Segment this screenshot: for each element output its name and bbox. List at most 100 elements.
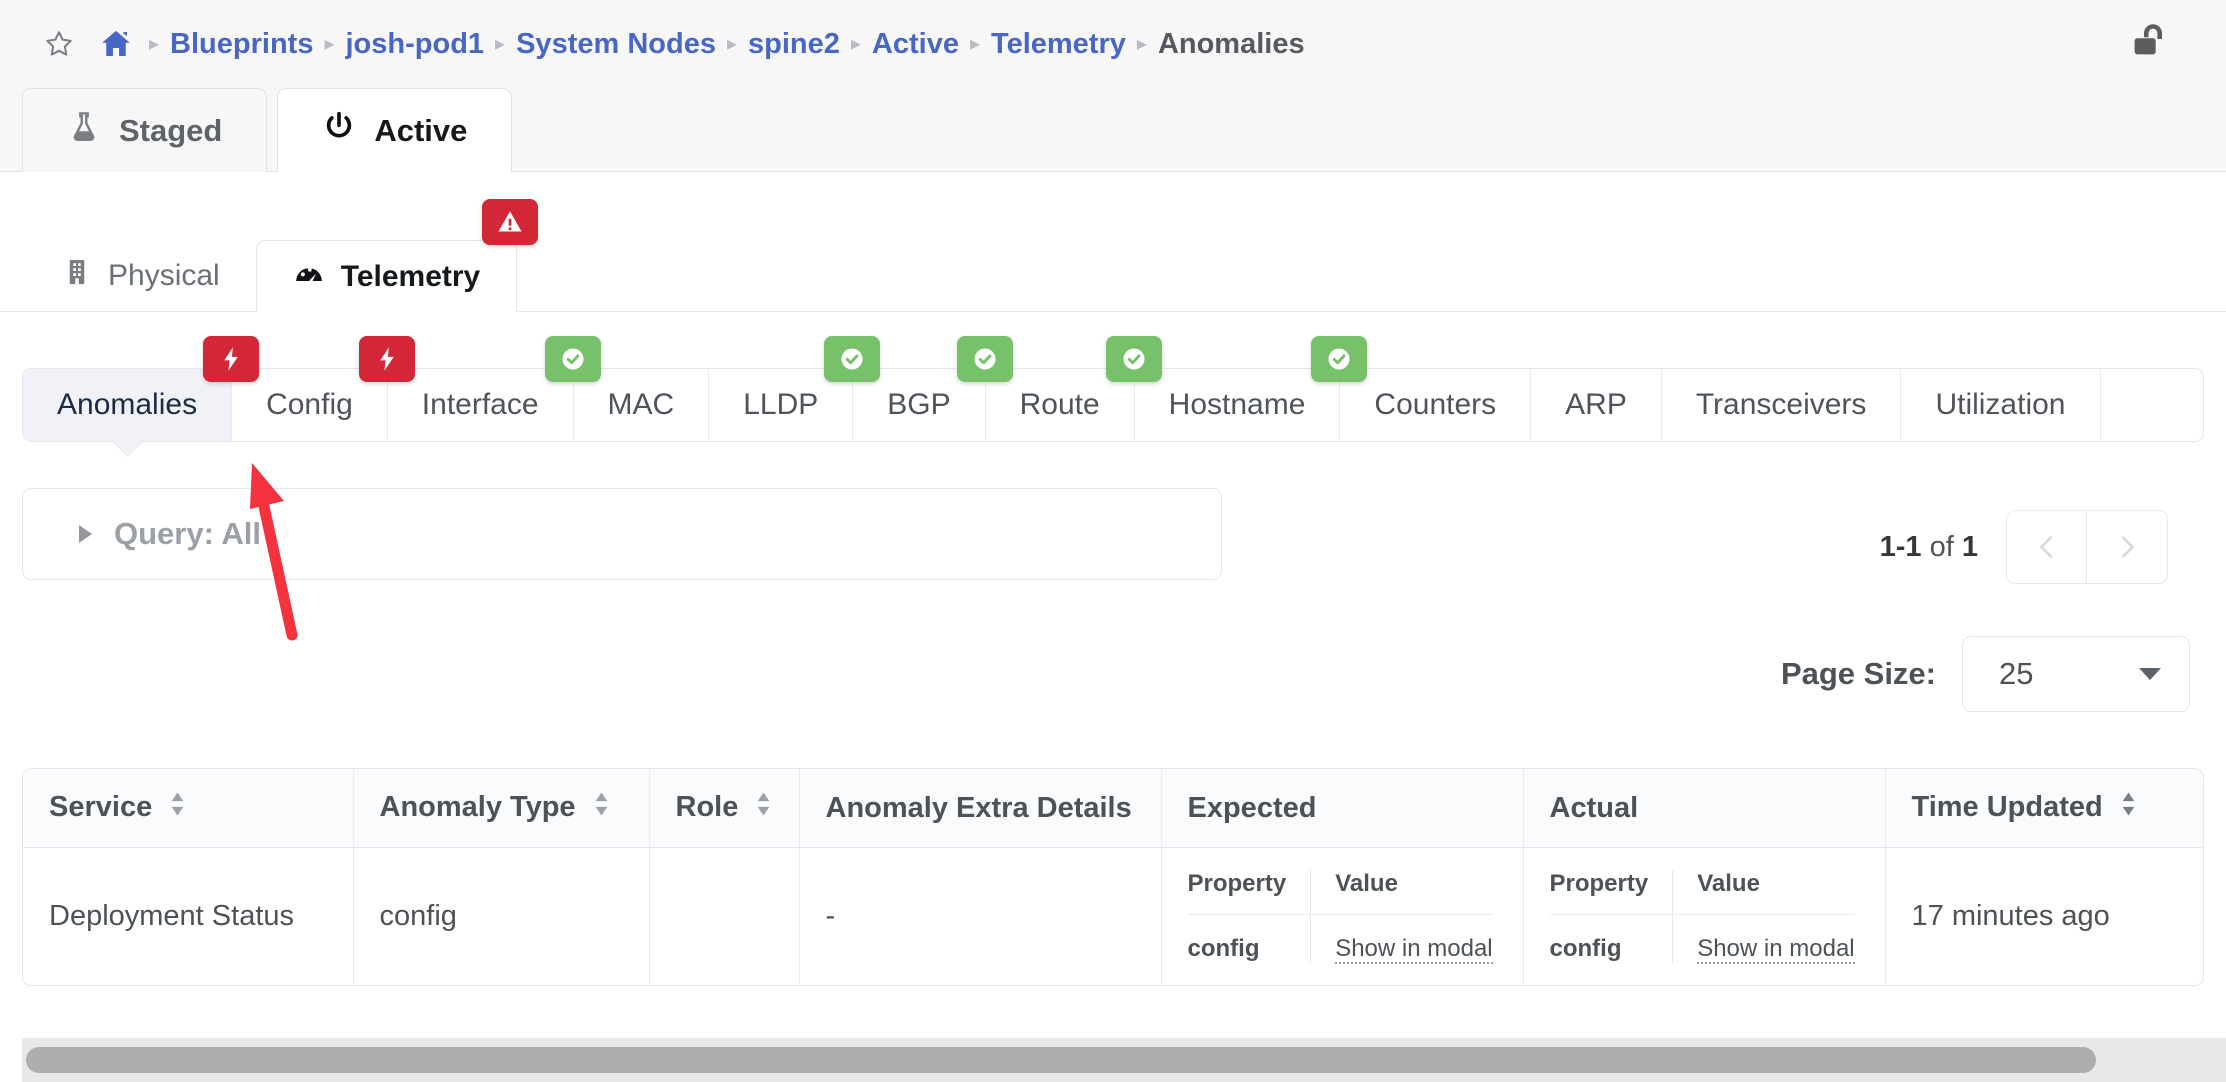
column-header-time-updated-label: Time Updated [1911, 791, 2103, 823]
column-header-time-updated[interactable]: Time Updated [1885, 769, 2203, 849]
tab-utilization[interactable]: Utilization [1901, 369, 2101, 441]
breadcrumb-item-spine2[interactable]: spine2 [748, 28, 840, 61]
cell-expected: Property Value config Show in modal [1161, 847, 1524, 986]
route-badge-holder [1105, 336, 1162, 382]
tab-row-filler [2100, 369, 2203, 441]
top-tab-bar: Staged Active [0, 88, 2226, 173]
column-header-anomaly-type-label: Anomaly Type [379, 791, 576, 823]
tab-physical-label: Physical [108, 259, 220, 292]
lldp-badge-holder [824, 336, 881, 382]
gauge-icon [293, 257, 325, 297]
column-header-anomaly-type[interactable]: Anomaly Type [353, 769, 650, 849]
page-size-select[interactable]: 25 [1962, 636, 2190, 712]
tab-counters[interactable]: Counters [1340, 369, 1532, 441]
next-page-button[interactable] [2087, 511, 2167, 583]
table-header-row: Service Anomaly Type Role Anomaly Extra … [23, 769, 2203, 849]
bolt-badge [358, 336, 415, 382]
expected-property-row: config Show in modal [1187, 914, 1493, 965]
query-label: Query: All [114, 516, 261, 551]
tab-anomalies[interactable]: Anomalies [23, 336, 260, 441]
pagination-count: 1-1 of 1 [1880, 531, 1978, 564]
horizontal-scrollbar[interactable] [22, 1038, 2226, 1082]
actual-property-table-head: Property Value [1549, 870, 1855, 916]
tab-arp-label: ARP [1565, 388, 1627, 421]
expected-property-name: config [1187, 914, 1312, 964]
tab-active[interactable]: Active [277, 88, 513, 173]
tab-lldp[interactable]: LLDP [709, 336, 881, 441]
column-header-expected: Expected [1161, 769, 1524, 849]
sort-icon[interactable] [594, 791, 609, 825]
tab-hostname[interactable]: Hostname [1134, 336, 1368, 441]
column-header-expected-label: Expected [1187, 791, 1317, 824]
breadcrumb-item-josh-pod1[interactable]: josh-pod1 [346, 28, 485, 61]
building-icon [62, 257, 92, 295]
breadcrumb-item-active[interactable]: Active [872, 28, 959, 61]
column-header-actual: Actual [1523, 769, 1886, 849]
tab-telemetry[interactable]: Telemetry [255, 199, 539, 313]
horizontal-scrollbar-thumb[interactable] [26, 1047, 2096, 1073]
interface-badge-holder [544, 336, 601, 382]
actual-property-header: Property [1549, 870, 1674, 916]
breadcrumb-item-blueprints[interactable]: Blueprints [170, 28, 313, 61]
column-header-anomaly-extra-details-label: Anomaly Extra Details [825, 791, 1132, 824]
page-size-value: 25 [1999, 656, 2034, 691]
tab-config-label: Config [266, 388, 353, 421]
check-badge [956, 336, 1013, 382]
cell-time-updated: 17 minutes ago [1911, 900, 2110, 933]
pagination-range: 1-1 [1879, 530, 1922, 563]
sub-tab-bar: Physical Telemetry [0, 199, 2226, 313]
tab-staged-label: Staged [119, 112, 223, 148]
anomalies-table: Service Anomaly Type Role Anomaly Extra … [23, 769, 2203, 986]
star-icon[interactable] [44, 29, 74, 59]
table-row[interactable]: Deployment Status config - Property Valu… [23, 847, 2203, 986]
breadcrumb-separator: ▸ [149, 33, 160, 55]
sort-icon[interactable] [170, 791, 185, 825]
hostname-badge-holder [1311, 336, 1368, 382]
table-header: Service Anomaly Type Role Anomaly Extra … [23, 769, 2203, 849]
tab-interface-label: Interface [421, 388, 539, 421]
actual-property-header-row: Property Value [1549, 870, 1855, 916]
tab-counters-label: Counters [1374, 388, 1497, 421]
actual-show-in-modal-link[interactable]: Show in modal [1697, 935, 1855, 965]
unlock-icon[interactable] [2130, 19, 2176, 70]
breadcrumb-item-system-nodes[interactable]: System Nodes [516, 28, 716, 61]
tab-interface[interactable]: Interface [387, 336, 601, 441]
tab-staged[interactable]: Staged [22, 88, 268, 172]
actual-value-header: Value [1672, 870, 1855, 916]
actual-property-name: config [1549, 914, 1674, 964]
column-header-service-label: Service [49, 791, 153, 823]
pagination-column: 1-1 of 1 [1880, 488, 2204, 584]
chevron-right-icon [79, 525, 92, 543]
prev-page-button[interactable] [2007, 511, 2087, 583]
sort-icon[interactable] [2121, 791, 2136, 825]
tab-transceivers[interactable]: Transceivers [1661, 369, 1902, 441]
check-badge [824, 336, 881, 382]
column-header-actual-label: Actual [1549, 791, 1639, 824]
bolt-badge [203, 336, 260, 382]
tab-lldp-label: LLDP [743, 388, 819, 421]
expected-value-header: Value [1310, 870, 1493, 916]
column-header-service[interactable]: Service [23, 769, 354, 849]
tab-utilization-label: Utilization [1935, 388, 2066, 421]
expected-property-value-cell: Show in modal [1311, 915, 1493, 965]
query-filter-box[interactable]: Query: All [22, 488, 1222, 580]
expected-property-header: Property [1187, 870, 1312, 916]
cell-actual: Property Value config Show in modal [1523, 847, 1886, 986]
expected-show-in-modal-link[interactable]: Show in modal [1335, 935, 1493, 965]
page-size-label: Page Size: [1780, 656, 1936, 691]
pagination-of: of [1929, 530, 1954, 563]
breadcrumb-separator: ▸ [969, 33, 981, 55]
tab-physical[interactable]: Physical [26, 240, 256, 312]
expected-property-table-head: Property Value [1187, 870, 1493, 916]
tab-arp[interactable]: ARP [1531, 369, 1662, 441]
column-header-anomaly-extra-details: Anomaly Extra Details [799, 769, 1162, 849]
pagination-buttons [2006, 510, 2168, 584]
expected-property-table-body: config Show in modal [1187, 914, 1493, 965]
sort-icon[interactable] [756, 791, 771, 825]
column-header-role[interactable]: Role [649, 769, 800, 849]
home-icon[interactable] [100, 28, 132, 60]
breadcrumb-item-telemetry[interactable]: Telemetry [991, 28, 1126, 61]
breadcrumb-separator: ▸ [850, 33, 861, 55]
anomalies-badge-holder [203, 336, 260, 382]
anomalies-table-wrapper: Service Anomaly Type Role Anomaly Extra … [22, 768, 2204, 987]
